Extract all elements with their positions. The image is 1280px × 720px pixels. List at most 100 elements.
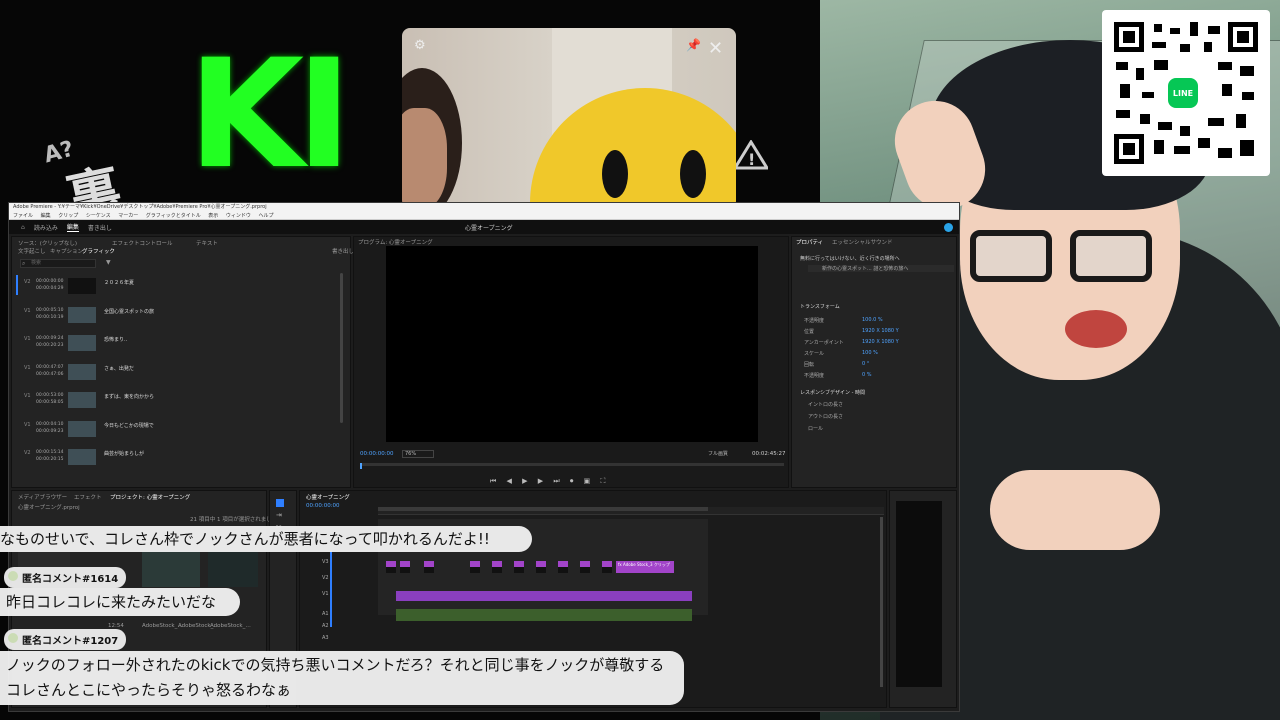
zoom-select[interactable]: 76% [402, 450, 434, 458]
text-tab[interactable]: テキスト [196, 239, 218, 247]
graphic-item[interactable]: V2 00:00:15:14 00:00:20:15 曲芸が始まらしが [22, 446, 342, 474]
properties-tab[interactable]: プロパティ [796, 238, 823, 246]
v3-clip[interactable] [580, 561, 590, 573]
graphic-item[interactable]: V1 00:00:47:07 00:00:47:06 さぁ、出発だ [22, 361, 342, 389]
layer-title-2[interactable]: 新作の心霊スポット... 謎と恐怖の旅へ [808, 265, 954, 272]
captions-subtab[interactable]: キャプション [50, 247, 83, 255]
quality-select[interactable]: フル画質 [708, 450, 728, 457]
program-viewer[interactable] [386, 246, 758, 442]
track-label[interactable]: V3 [322, 559, 329, 565]
graphic-item[interactable]: V1 00:00:04:10 00:00:09:23 今日もどこかの現場で [22, 418, 342, 446]
pin-icon[interactable]: 📌 [686, 38, 701, 52]
transcript-subtab[interactable]: 文字起こし [18, 247, 46, 255]
v3-clip[interactable] [558, 561, 568, 573]
track-label[interactable]: A2 [322, 623, 329, 629]
graphic-thumbnail [68, 392, 96, 408]
transform-label: 位置 [804, 329, 815, 335]
avatar[interactable] [944, 222, 953, 232]
commenter-name-text-1: 匿名コメント#1614 [22, 574, 119, 585]
timeline-playhead[interactable] [330, 551, 332, 627]
menu-sequence[interactable]: シーケンス [86, 213, 111, 219]
program-tab[interactable]: プログラム: 心霊オープニング [358, 238, 433, 246]
transform-label: スケール [804, 351, 825, 357]
menu-help[interactable]: ヘルプ [259, 213, 274, 219]
effect-controls-tab[interactable]: エフェクトコントロール [112, 239, 173, 247]
timeline-timecode[interactable]: 00:00:00:00 [306, 503, 340, 509]
v3-clip[interactable] [400, 561, 410, 573]
v3-clip[interactable] [514, 561, 524, 573]
project-thumb-2[interactable] [208, 551, 258, 587]
transform-value[interactable]: 0 ° [862, 361, 869, 367]
transform-section[interactable]: トランスフォーム [800, 303, 840, 310]
comment-text-0: なものせいで、コレさん枠でノックさんが悪者になって叩かれるんだよ!! [0, 530, 490, 548]
v3-clip[interactable] [424, 561, 434, 573]
media-browser-tab[interactable]: メディアブラウザー [18, 493, 67, 501]
transform-value[interactable]: 1920 X 1080 Y [862, 339, 899, 345]
transform-row[interactable]: 位置 1920 X 1080 Y [804, 328, 899, 335]
project-thumb-1[interactable] [142, 551, 200, 587]
tab-export[interactable]: 書き出し [88, 223, 112, 232]
playhead-marker[interactable] [360, 463, 362, 469]
v3-clip[interactable] [492, 561, 502, 573]
transform-row[interactable]: アンカーポイント 1920 X 1080 Y [804, 339, 899, 346]
graphic-item[interactable]: V2 00:00:00:00 00:00:04:29 ２０２６年夏 [22, 275, 342, 303]
menu-clip[interactable]: クリップ [58, 213, 78, 219]
track-label[interactable]: V2 [322, 575, 329, 581]
v3-clip[interactable] [386, 561, 396, 573]
menu-window[interactable]: ウィンドウ [226, 213, 251, 219]
timeline-scrollbar[interactable] [880, 517, 883, 687]
tab-import[interactable]: 読み込み [34, 223, 58, 232]
comment-bubble-2: ノックのフォロー外されたのkickでの気持ち悪いコメントだろ？それと同じ事をノッ… [0, 651, 684, 705]
program-timecode[interactable]: 00:00:00:00 [360, 451, 394, 457]
track-label[interactable]: V1 [322, 591, 329, 597]
source-tab[interactable]: ソース：(クリップなし) [18, 239, 77, 247]
tab-edit[interactable]: 編集 [66, 222, 79, 232]
v1-clip-strip[interactable] [396, 591, 692, 601]
transform-row[interactable]: 不透明度 100.0 % [804, 317, 883, 324]
transform-row[interactable]: 回転 0 ° [804, 361, 869, 368]
timeline-tab[interactable]: 心霊オープニング [306, 493, 350, 501]
graphic-item[interactable]: V1 00:00:05:10 00:00:10:19 全国心霊スポットの旅 [22, 304, 342, 332]
transform-value[interactable]: 100 % [862, 350, 878, 356]
menu-marker[interactable]: マーカー [118, 213, 138, 219]
graphics-subtab[interactable]: グラフィック [82, 247, 115, 255]
transform-row[interactable]: 不透明度 0 % [804, 372, 872, 379]
close-icon[interactable]: ✕ [708, 38, 723, 59]
search-input[interactable]: 検索 [20, 259, 96, 268]
effects-tab[interactable]: エフェクト [74, 493, 102, 501]
graphic-clip[interactable]: fx Adobe Stock_3 クリップ [616, 561, 674, 573]
menu-edit[interactable]: 編集 [41, 213, 51, 219]
list-scrollbar[interactable] [340, 273, 343, 423]
program-scrubber[interactable] [360, 463, 784, 466]
menu-graphics[interactable]: グラフィックとタイトル [146, 213, 201, 219]
track-select-icon[interactable]: ⇥ [276, 511, 282, 519]
menu-view[interactable]: 表示 [208, 213, 218, 219]
gear-icon[interactable]: ⚙ [414, 38, 426, 53]
responsive-section[interactable]: レスポンシブデザイン - 時間 [800, 389, 865, 396]
essential-sound-tab[interactable]: エッセンシャルサウンド [832, 238, 893, 246]
transport-controls[interactable]: ⏮ ◀ ▶ ▶ ⏭ ⏺ ▣ ⛶ [490, 477, 609, 486]
export-link[interactable]: 書き出し [332, 247, 354, 255]
track-label[interactable]: A3 [322, 635, 329, 641]
layer-title-1[interactable]: 無料に行ってはいけない、近く行きの場所へ [800, 255, 900, 262]
v3-clip[interactable] [536, 561, 546, 573]
transform-value[interactable]: 1920 X 1080 Y [862, 328, 899, 334]
project-tab[interactable]: プロジェクト: 心霊オープニング [110, 493, 190, 501]
transform-value[interactable]: 0 % [862, 372, 872, 378]
transform-row[interactable]: スケール 100 % [804, 350, 878, 357]
graphic-item[interactable]: V1 00:00:09:24 00:00:20:23 恐怖まり.. [22, 332, 342, 360]
v3-clip[interactable] [470, 561, 480, 573]
a1-audio-strip[interactable] [396, 609, 692, 621]
selection-tool-icon[interactable] [276, 499, 284, 507]
v3-clip[interactable] [602, 561, 612, 573]
graphic-item[interactable]: V1 00:00:53:00 00:00:58:05 まずは、東を向かから [22, 389, 342, 417]
graphic-label: さぁ、出発だ [104, 365, 134, 372]
roll-checkbox[interactable]: ロール [808, 425, 823, 432]
work-area-bar[interactable] [378, 507, 708, 511]
filter-icon[interactable]: ▼ [106, 259, 111, 266]
menu-file[interactable]: ファイル [13, 213, 33, 219]
home-icon[interactable]: ⌂ [21, 224, 25, 231]
graphic-track: V1 [24, 336, 31, 342]
transform-value[interactable]: 100.0 % [862, 317, 883, 323]
track-label[interactable]: A1 [322, 611, 329, 617]
